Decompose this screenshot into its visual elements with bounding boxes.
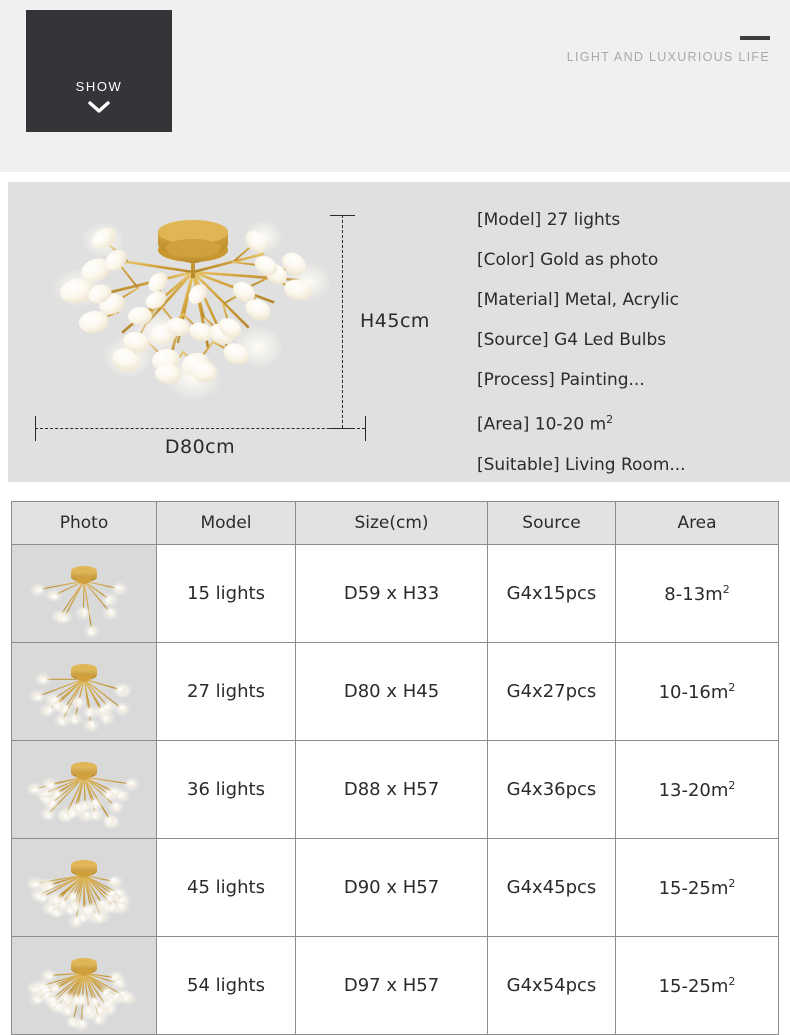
- product-thumbnail-15-lights[interactable]: [11, 544, 157, 643]
- cell-area: 10-16m2: [615, 642, 779, 741]
- chevron-down-icon: [88, 100, 110, 118]
- cell-area: 15-25m2: [615, 936, 779, 1035]
- table-row: 54 lights D97 x H57 G4x54pcs 15-25m2: [11, 936, 779, 1035]
- cell-model: 27 lights: [156, 642, 296, 741]
- cell-model: 15 lights: [156, 544, 296, 643]
- spec-key: [Source]: [477, 330, 549, 350]
- table-row: 45 lights D90 x H57 G4x45pcs 15-25m2: [11, 838, 779, 937]
- cell-source: G4x45pcs: [487, 838, 616, 937]
- spec-key: [Suitable]: [477, 454, 560, 475]
- brand-tagline: LIGHT AND LUXURIOUS LIFE: [566, 50, 770, 64]
- table-row: 36 lights D88 x H57 G4x36pcs 13-20m2: [11, 740, 779, 839]
- cell-source: G4x36pcs: [487, 740, 616, 839]
- product-chandelier-image: [52, 220, 332, 401]
- height-dimension-cap-top: [330, 215, 355, 216]
- cell-source: G4x27pcs: [487, 642, 616, 741]
- spec-row-process: [Process] Painting...: [477, 360, 787, 400]
- cell-model: 54 lights: [156, 936, 296, 1035]
- spec-value: Painting...: [560, 370, 645, 390]
- column-header-photo: Photo: [11, 501, 157, 545]
- column-header-model: Model: [156, 501, 296, 545]
- spec-value-superscript: 2: [606, 413, 614, 426]
- cell-model: 36 lights: [156, 740, 296, 839]
- product-image-stage: H45cm D80cm: [8, 182, 468, 482]
- product-thumbnail-54-lights[interactable]: [11, 936, 157, 1035]
- width-dimension-label: D80cm: [164, 436, 236, 458]
- tagline-rule: [740, 36, 770, 40]
- spec-key: [Area]: [477, 414, 530, 435]
- cell-size: D88 x H57: [295, 740, 488, 839]
- column-header-size: Size(cm): [295, 501, 488, 545]
- spec-key: [Process]: [477, 370, 555, 390]
- table-header-row: Photo Model Size(cm) Source Area: [11, 501, 779, 545]
- cell-size: D59 x H33: [295, 544, 488, 643]
- cell-area: 13-20m2: [615, 740, 779, 839]
- spec-value: Metal, Acrylic: [564, 290, 679, 310]
- cell-size: D80 x H45: [295, 642, 488, 741]
- spec-key: [Model]: [477, 210, 542, 230]
- spec-row-area: [Area] 10-20 m2: [477, 400, 787, 445]
- width-dimension-cap-right: [365, 416, 366, 441]
- table-row: 27 lights D80 x H45 G4x27pcs 10-16m2: [11, 642, 779, 741]
- spec-row-source: [Source] G4 Led Bulbs: [477, 320, 787, 360]
- show-button-label: SHOW: [75, 79, 123, 94]
- column-header-source: Source: [487, 501, 616, 545]
- cell-model: 45 lights: [156, 838, 296, 937]
- spec-value: G4 Led Bulbs: [554, 330, 667, 350]
- height-dimension-line: [342, 215, 343, 428]
- spec-key: [Color]: [477, 250, 535, 270]
- cell-source: G4x54pcs: [487, 936, 616, 1035]
- page-header: SHOW LIGHT AND LUXURIOUS LIFE: [0, 0, 790, 172]
- spec-row-model: [Model] 27 lights: [477, 200, 787, 240]
- cell-size: D90 x H57: [295, 838, 488, 937]
- cell-area: 8-13m2: [615, 544, 779, 643]
- brand-tagline-block: LIGHT AND LUXURIOUS LIFE: [567, 36, 770, 64]
- column-header-area: Area: [615, 501, 779, 545]
- height-dimension-label: H45cm: [360, 310, 430, 332]
- product-thumbnail-36-lights[interactable]: [11, 740, 157, 839]
- spec-row-suitable: [Suitable] Living Room...: [477, 445, 787, 485]
- spec-row-material: [Material] Metal, Acrylic: [477, 280, 787, 320]
- cell-area: 15-25m2: [615, 838, 779, 937]
- cell-source: G4x15pcs: [487, 544, 616, 643]
- spec-value: Living Room...: [565, 454, 686, 475]
- width-dimension-line: [35, 428, 365, 429]
- cell-size: D97 x H57: [295, 936, 488, 1035]
- product-spec-panel: H45cm D80cm [Model] 27 lights [Color] Go…: [8, 182, 790, 482]
- spec-list: [Model] 27 lights [Color] Gold as photo …: [477, 200, 787, 485]
- product-thumbnail-45-lights[interactable]: [11, 838, 157, 937]
- variant-spec-table: Photo Model Size(cm) Source Area 15 ligh…: [11, 501, 779, 1035]
- spec-value: 10-20 m: [534, 414, 607, 435]
- product-thumbnail-27-lights[interactable]: [11, 642, 157, 741]
- show-button[interactable]: SHOW: [26, 10, 172, 132]
- spec-value: Gold as photo: [540, 250, 659, 270]
- spec-row-color: [Color] Gold as photo: [477, 240, 787, 280]
- spec-value: 27 lights: [546, 210, 621, 230]
- table-row: 15 lights D59 x H33 G4x15pcs 8-13m2: [11, 544, 779, 643]
- spec-key: [Material]: [477, 290, 560, 310]
